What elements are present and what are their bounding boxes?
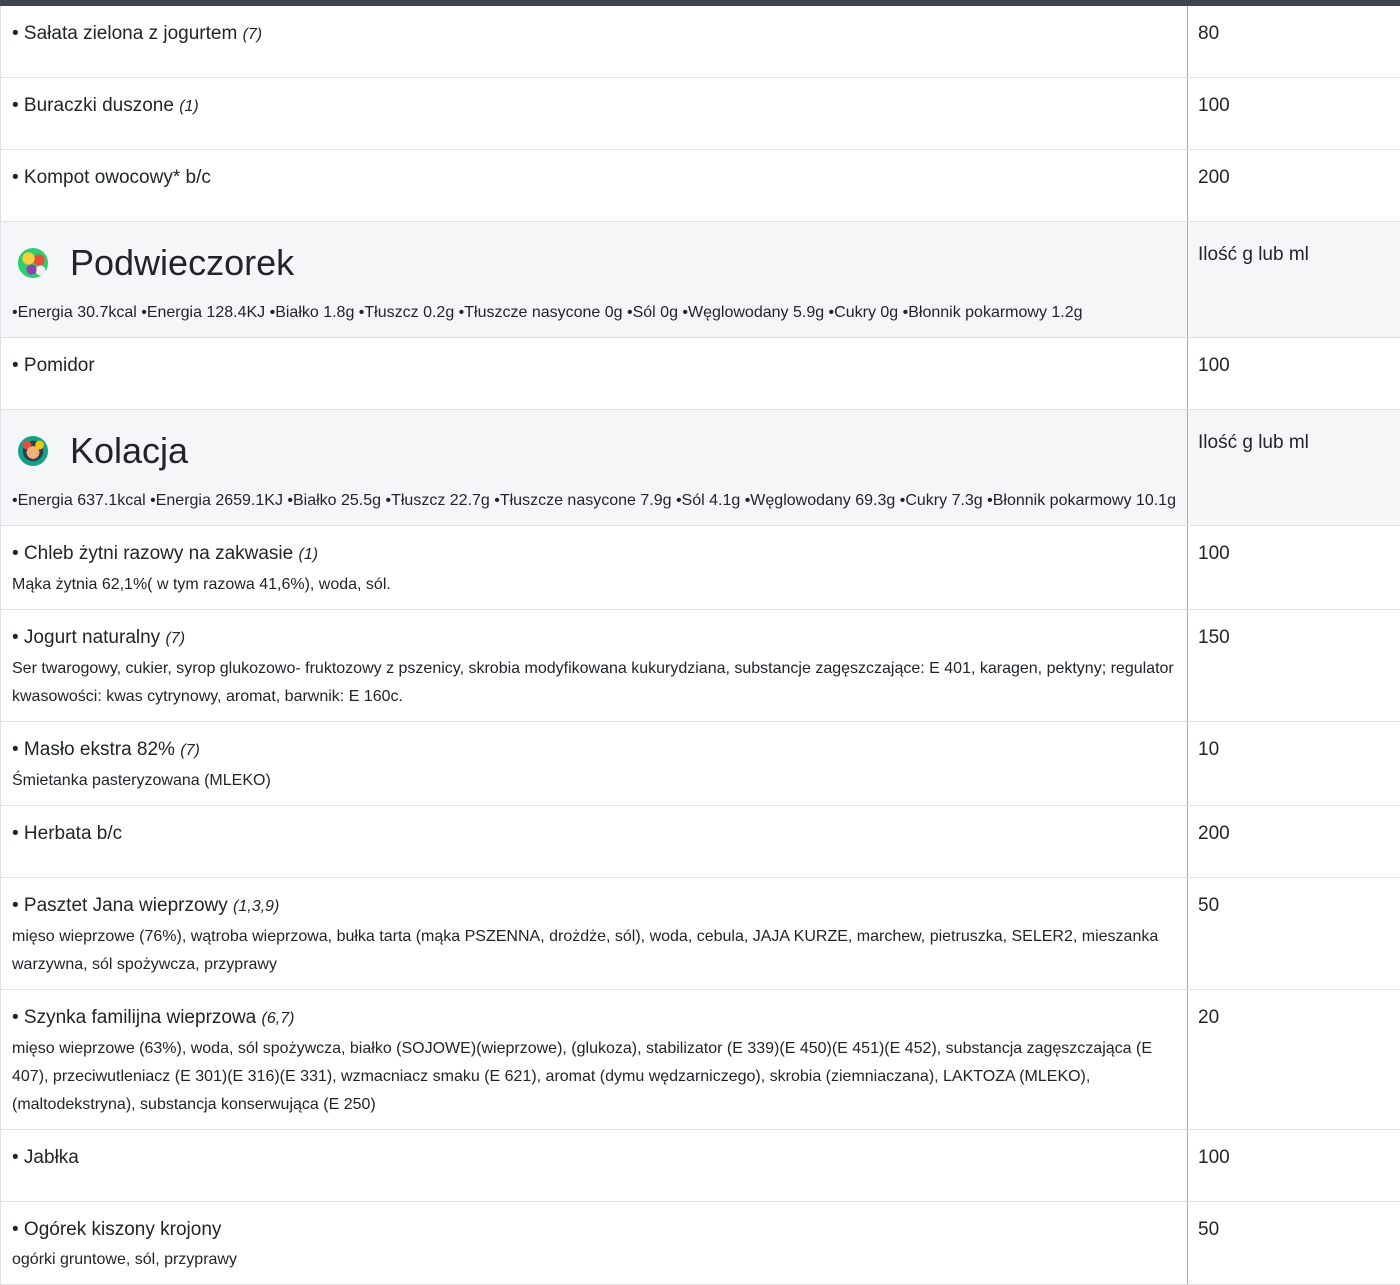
allergen-codes: (1) bbox=[179, 98, 199, 115]
item-cell: • Szynka familijna wieprzowa (6,7) mięso… bbox=[1, 990, 1188, 1130]
qty-cell: 100 bbox=[1188, 338, 1400, 410]
qty-cell: 200 bbox=[1188, 150, 1400, 222]
item-qty: 50 bbox=[1198, 895, 1219, 916]
section-heading: Kolacja bbox=[12, 428, 1176, 474]
item-qty: 100 bbox=[1198, 95, 1230, 116]
item-ingredients: mięso wieprzowe (63%), woda, sól spożywc… bbox=[12, 1035, 1176, 1119]
item-cell: • Masło ekstra 82% (7) Śmietanka pastery… bbox=[1, 722, 1188, 806]
item-cell: • Ogórek kiszony krojony ogórki gruntowe… bbox=[1, 1202, 1188, 1285]
section-heading: Podwieczorek bbox=[12, 240, 1176, 286]
qty-cell: 100 bbox=[1188, 1130, 1400, 1202]
section-cell: Kolacja •Energia 637.1kcal •Energia 2659… bbox=[1, 410, 1188, 526]
qty-cell: 80 bbox=[1188, 3, 1400, 78]
section-header-kolacja: Kolacja •Energia 637.1kcal •Energia 2659… bbox=[1, 410, 1400, 526]
item-name: • Sałata zielona z jogurtem (7) bbox=[12, 23, 1176, 46]
item-cell: • Pasztet Jana wieprzowy (1,3,9) mięso w… bbox=[1, 878, 1188, 990]
section-title: Kolacja bbox=[70, 428, 188, 474]
table-row: • Chleb żytni razowy na zakwasie (1) Mąk… bbox=[1, 526, 1400, 610]
qty-header-cell: Ilość g lub ml bbox=[1188, 410, 1400, 526]
nutrition-summary: •Energia 637.1kcal •Energia 2659.1KJ •Bi… bbox=[12, 487, 1176, 515]
item-ingredients: mięso wieprzowe (76%), wątroba wieprzowa… bbox=[12, 923, 1176, 979]
item-cell: • Sałata zielona z jogurtem (7) bbox=[1, 3, 1188, 78]
section-title: Podwieczorek bbox=[70, 240, 294, 286]
qty-cell: 200 bbox=[1188, 806, 1400, 878]
item-name: • Pomidor bbox=[12, 355, 1176, 377]
item-qty: 100 bbox=[1198, 355, 1230, 376]
item-ingredients: Mąka żytnia 62,1%( w tym razowa 41,6%), … bbox=[12, 571, 1176, 599]
qty-cell: 10 bbox=[1188, 722, 1400, 806]
qty-header-cell: Ilość g lub ml bbox=[1188, 222, 1400, 338]
item-ingredients: ogórki gruntowe, sól, przyprawy bbox=[12, 1246, 1176, 1274]
table-row: • Kompot owocowy* b/c 200 bbox=[1, 150, 1400, 222]
nutrition-summary: •Energia 30.7kcal •Energia 128.4KJ •Biał… bbox=[12, 299, 1176, 327]
section-header-podwieczorek: Podwieczorek •Energia 30.7kcal •Energia … bbox=[1, 222, 1400, 338]
item-qty: 100 bbox=[1198, 543, 1230, 564]
item-cell: • Buraczki duszone (1) bbox=[1, 78, 1188, 150]
qty-cell: 50 bbox=[1188, 878, 1400, 990]
table-row: • Szynka familijna wieprzowa (6,7) mięso… bbox=[1, 990, 1400, 1130]
item-name: • Chleb żytni razowy na zakwasie (1) bbox=[12, 543, 1176, 566]
menu-table: • Sałata zielona z jogurtem (7) 80 • Bur… bbox=[0, 0, 1400, 1285]
item-name: • Jogurt naturalny (7) bbox=[12, 627, 1176, 650]
allergen-codes: (1,3,9) bbox=[233, 898, 279, 915]
item-name: • Herbata b/c bbox=[12, 823, 1176, 845]
qty-cell: 100 bbox=[1188, 526, 1400, 610]
table-row: • Sałata zielona z jogurtem (7) 80 bbox=[1, 3, 1400, 78]
item-qty: 80 bbox=[1198, 23, 1219, 44]
table-row: • Herbata b/c 200 bbox=[1, 806, 1400, 878]
dinner-plate-icon bbox=[18, 436, 48, 466]
item-cell: • Pomidor bbox=[1, 338, 1188, 410]
table-row: • Pasztet Jana wieprzowy (1,3,9) mięso w… bbox=[1, 878, 1400, 990]
item-cell: • Kompot owocowy* b/c bbox=[1, 150, 1188, 222]
item-name: • Buraczki duszone (1) bbox=[12, 95, 1176, 118]
qty-column-header: Ilość g lub ml bbox=[1198, 244, 1309, 265]
item-name: • Ogórek kiszony krojony bbox=[12, 1219, 1176, 1241]
item-qty: 20 bbox=[1198, 1007, 1219, 1028]
item-qty: 50 bbox=[1198, 1219, 1219, 1240]
item-name: • Szynka familijna wieprzowa (6,7) bbox=[12, 1007, 1176, 1030]
item-qty: 200 bbox=[1198, 823, 1230, 844]
qty-cell: 100 bbox=[1188, 78, 1400, 150]
table-row: • Buraczki duszone (1) 100 bbox=[1, 78, 1400, 150]
section-cell: Podwieczorek •Energia 30.7kcal •Energia … bbox=[1, 222, 1188, 338]
qty-cell: 20 bbox=[1188, 990, 1400, 1130]
item-qty: 10 bbox=[1198, 739, 1219, 760]
qty-cell: 50 bbox=[1188, 1202, 1400, 1285]
table-row: • Masło ekstra 82% (7) Śmietanka pastery… bbox=[1, 722, 1400, 806]
item-cell: • Jabłka bbox=[1, 1130, 1188, 1202]
qty-cell: 150 bbox=[1188, 610, 1400, 722]
item-qty: 200 bbox=[1198, 167, 1230, 188]
item-name: • Pasztet Jana wieprzowy (1,3,9) bbox=[12, 895, 1176, 918]
item-qty: 150 bbox=[1198, 627, 1230, 648]
item-ingredients: Śmietanka pasteryzowana (MLEKO) bbox=[12, 767, 1176, 795]
allergen-codes: (7) bbox=[243, 26, 263, 43]
fruit-bowl-icon bbox=[18, 248, 48, 278]
item-cell: • Jogurt naturalny (7) Ser twarogowy, cu… bbox=[1, 610, 1188, 722]
qty-column-header: Ilość g lub ml bbox=[1198, 432, 1309, 453]
item-ingredients: Ser twarogowy, cukier, syrop glukozowo- … bbox=[12, 655, 1176, 711]
item-name: • Jabłka bbox=[12, 1147, 1176, 1169]
table-row: • Jabłka 100 bbox=[1, 1130, 1400, 1202]
item-qty: 100 bbox=[1198, 1147, 1230, 1168]
item-name: • Kompot owocowy* b/c bbox=[12, 167, 1176, 189]
table-row: • Jogurt naturalny (7) Ser twarogowy, cu… bbox=[1, 610, 1400, 722]
table-row: • Pomidor 100 bbox=[1, 338, 1400, 410]
item-cell: • Chleb żytni razowy na zakwasie (1) Mąk… bbox=[1, 526, 1188, 610]
allergen-codes: (7) bbox=[165, 630, 185, 647]
allergen-codes: (7) bbox=[180, 742, 200, 759]
allergen-codes: (1) bbox=[299, 546, 319, 563]
item-name: • Masło ekstra 82% (7) bbox=[12, 739, 1176, 762]
allergen-codes: (6,7) bbox=[262, 1010, 295, 1027]
table-row: • Ogórek kiszony krojony ogórki gruntowe… bbox=[1, 1202, 1400, 1285]
item-cell: • Herbata b/c bbox=[1, 806, 1188, 878]
